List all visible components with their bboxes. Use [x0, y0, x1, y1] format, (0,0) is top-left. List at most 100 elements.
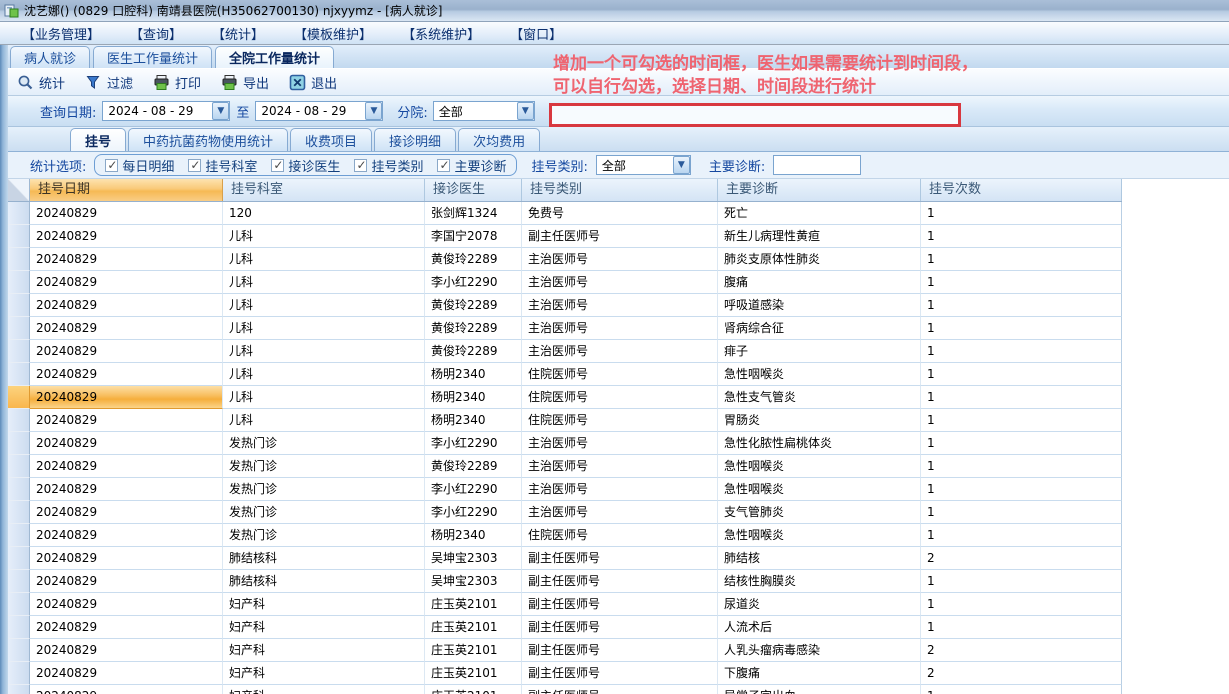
export-button[interactable]: 导出 — [218, 71, 272, 94]
row-selector[interactable] — [8, 593, 30, 616]
row-selector[interactable] — [8, 547, 30, 570]
cell-reg-type: 住院医师号 — [522, 386, 718, 409]
reg-type-dropdown-icon[interactable]: ▼ — [672, 156, 690, 174]
table-row[interactable]: 20240829 儿科 杨明2340 住院医师号 急性咽喉炎 1 — [8, 363, 1122, 386]
menu-item[interactable]: 【系统维护】 — [402, 24, 480, 43]
table-row[interactable]: 20240829 120 张剑辉1324 免费号 死亡 1 — [8, 202, 1122, 225]
table-row[interactable]: 20240829 儿科 黄俊玲2289 主治医师号 肾病综合征 1 — [8, 317, 1122, 340]
menu-item[interactable]: 【业务管理】 — [22, 24, 100, 43]
row-selector[interactable] — [8, 202, 30, 225]
table-row[interactable]: 20240829 发热门诊 李小红2290 主治医师号 急性化脓性扁桃体炎 1 — [8, 432, 1122, 455]
print-button-label: 打印 — [175, 76, 202, 92]
table-row[interactable]: 20240829 发热门诊 李小红2290 主治医师号 支气管肺炎 1 — [8, 501, 1122, 524]
branch-dropdown-icon[interactable]: ▼ — [516, 102, 534, 120]
cell-reg-count: 1 — [921, 432, 1122, 455]
option-checkbox-item[interactable]: 每日明细 — [105, 156, 174, 175]
cell-doctor: 黄俊玲2289 — [425, 248, 522, 271]
column-header[interactable]: 挂号类别 — [522, 179, 718, 201]
select-all-corner[interactable] — [8, 179, 30, 201]
row-selector[interactable] — [8, 662, 30, 685]
filter-button[interactable]: 过滤 — [82, 71, 136, 94]
table-row[interactable]: 20240829 妇产科 庄玉英2101 副主任医师号 下腹痛 2 — [8, 662, 1122, 685]
column-header[interactable]: 挂号日期 — [30, 179, 223, 201]
row-selector[interactable] — [8, 524, 30, 547]
checkbox-icon[interactable] — [354, 158, 368, 172]
sub-tab[interactable]: 接诊明细 — [374, 128, 457, 151]
sub-tab[interactable]: 中药抗菌药物使用统计 — [128, 128, 289, 151]
column-header[interactable]: 挂号次数 — [921, 179, 1122, 201]
table-row[interactable]: 20240829 妇产科 庄玉英2101 副主任医师号 异常子宫出血 1 — [8, 685, 1122, 694]
column-header[interactable]: 主要诊断 — [718, 179, 921, 201]
row-selector[interactable] — [8, 248, 30, 271]
cell-reg-count: 1 — [921, 317, 1122, 340]
option-checkbox-item[interactable]: 接诊医生 — [271, 156, 340, 175]
option-checkbox-item[interactable]: 挂号类别 — [354, 156, 423, 175]
cell-reg-type: 副主任医师号 — [522, 225, 718, 248]
option-checkbox-item[interactable]: 主要诊断 — [437, 156, 506, 175]
main-tab[interactable]: 全院工作量统计 — [215, 46, 335, 68]
table-row[interactable]: 20240829 儿科 黄俊玲2289 主治医师号 痱子 1 — [8, 340, 1122, 363]
row-selector[interactable] — [8, 317, 30, 340]
row-selector[interactable] — [8, 639, 30, 662]
checkbox-icon[interactable] — [437, 158, 451, 172]
main-tab[interactable]: 医生工作量统计 — [93, 46, 213, 68]
row-selector[interactable] — [8, 685, 30, 694]
table-row[interactable]: 20240829 儿科 杨明2340 住院医师号 胃肠炎 1 — [8, 409, 1122, 432]
row-selector[interactable] — [8, 478, 30, 501]
row-selector[interactable] — [8, 455, 30, 478]
checkbox-icon[interactable] — [271, 158, 285, 172]
stat-button[interactable]: 统计 — [14, 71, 68, 94]
row-selector[interactable] — [8, 616, 30, 639]
cell-diagnosis: 呼吸道感染 — [718, 294, 921, 317]
print-button[interactable]: 打印 — [150, 71, 204, 94]
sub-tab[interactable]: 收费项目 — [290, 128, 373, 151]
table-row[interactable]: 20240829 发热门诊 黄俊玲2289 主治医师号 急性咽喉炎 1 — [8, 455, 1122, 478]
reg-type-combo[interactable]: 全部 ▼ — [595, 155, 691, 175]
date-to-field[interactable]: 2024 - 08 - 29 ▼ — [255, 101, 384, 121]
main-tab[interactable]: 病人就诊 — [10, 46, 91, 68]
menu-item[interactable]: 【窗口】 — [510, 24, 562, 43]
table-row[interactable]: 20240829 儿科 李小红2290 主治医师号 腹痛 1 — [8, 271, 1122, 294]
diagnosis-input[interactable] — [773, 155, 862, 175]
row-selector[interactable] — [8, 409, 30, 432]
row-selector[interactable] — [8, 225, 30, 248]
row-selector[interactable] — [8, 501, 30, 524]
date-from-field[interactable]: 2024 - 08 - 29 ▼ — [102, 101, 231, 121]
cell-reg-date: 20240829 — [30, 639, 223, 662]
sub-tab[interactable]: 次均费用 — [458, 128, 541, 151]
cell-reg-date: 20240829 — [30, 317, 223, 340]
table-row[interactable]: 20240829 发热门诊 杨明2340 住院医师号 急性咽喉炎 1 — [8, 524, 1122, 547]
table-row[interactable]: 20240829 发热门诊 李小红2290 主治医师号 急性咽喉炎 1 — [8, 478, 1122, 501]
option-checkbox-item[interactable]: 挂号科室 — [188, 156, 257, 175]
table-row[interactable]: 20240829 儿科 黄俊玲2289 主治医师号 呼吸道感染 1 — [8, 294, 1122, 317]
row-selector[interactable] — [8, 432, 30, 455]
menu-item[interactable]: 【统计】 — [212, 24, 264, 43]
exit-button[interactable]: 退出 — [286, 71, 340, 94]
table-row[interactable]: 20240829 妇产科 庄玉英2101 副主任医师号 尿道炎 1 — [8, 593, 1122, 616]
row-selector[interactable] — [8, 570, 30, 593]
table-row[interactable]: 20240829 妇产科 庄玉英2101 副主任医师号 人流术后 1 — [8, 616, 1122, 639]
row-selector[interactable] — [8, 340, 30, 363]
menu-item[interactable]: 【查询】 — [130, 24, 182, 43]
table-row[interactable]: 20240829 肺结核科 吴坤宝2303 副主任医师号 肺结核 2 — [8, 547, 1122, 570]
table-row[interactable]: 20240829 儿科 李国宁2078 副主任医师号 新生儿病理性黄疸 1 — [8, 225, 1122, 248]
column-header[interactable]: 接诊医生 — [425, 179, 522, 201]
sub-tab[interactable]: 挂号 — [70, 128, 127, 151]
column-header[interactable]: 挂号科室 — [223, 179, 425, 201]
branch-combo[interactable]: 全部 ▼ — [432, 101, 535, 121]
date-to-dropdown-icon[interactable]: ▼ — [365, 102, 383, 120]
row-selector[interactable] — [8, 294, 30, 317]
row-selector[interactable] — [8, 271, 30, 294]
table-row[interactable]: 20240829 妇产科 庄玉英2101 副主任医师号 人乳头瘤病毒感染 2 — [8, 639, 1122, 662]
table-row[interactable]: 20240829 儿科 杨明2340 住院医师号 急性支气管炎 1 — [8, 386, 1122, 409]
row-selector[interactable] — [8, 363, 30, 386]
annotation-highlight-box — [549, 103, 961, 127]
checkbox-icon[interactable] — [105, 158, 119, 172]
menu-item[interactable]: 【模板维护】 — [294, 24, 372, 43]
table-row[interactable]: 20240829 肺结核科 吴坤宝2303 副主任医师号 结核性胸膜炎 1 — [8, 570, 1122, 593]
checkbox-icon[interactable] — [188, 158, 202, 172]
date-from-dropdown-icon[interactable]: ▼ — [212, 102, 230, 120]
table-row[interactable]: 20240829 儿科 黄俊玲2289 主治医师号 肺炎支原体性肺炎 1 — [8, 248, 1122, 271]
cell-reg-dept: 儿科 — [223, 340, 425, 363]
row-selector[interactable] — [8, 386, 30, 409]
